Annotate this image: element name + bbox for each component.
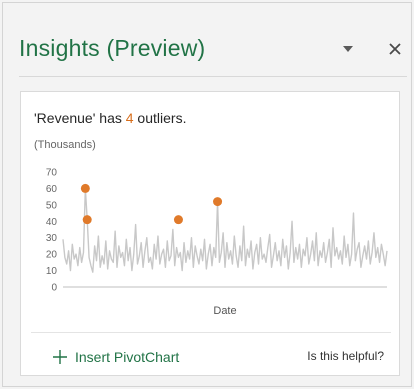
y-tick-label: 60 — [46, 184, 58, 195]
title-prefix: 'Revenue' has — [34, 110, 126, 126]
plus-icon — [53, 350, 67, 364]
insight-card: 'Revenue' has 4 outliers. (Thousands) 0 1… — [20, 91, 400, 376]
insert-pivotchart-label: Insert PivotChart — [75, 349, 180, 365]
x-axis-label: Date — [213, 305, 236, 317]
y-tick-label: 10 — [46, 266, 58, 277]
outlier-point — [82, 215, 92, 225]
close-pane-button[interactable] — [383, 37, 407, 61]
caret-down-icon — [343, 46, 353, 52]
outlier-point — [173, 215, 183, 225]
is-helpful-link[interactable]: Is this helpful? — [307, 349, 384, 363]
units-label: (Thousands) — [34, 139, 96, 151]
outlier-point — [80, 183, 90, 193]
y-tick-label: 70 — [46, 168, 58, 179]
title-suffix: outliers. — [133, 110, 187, 126]
revenue-series-line — [62, 187, 388, 273]
y-tick-label: 20 — [46, 250, 58, 261]
y-tick-label: 0 — [51, 283, 57, 294]
outlier-point — [213, 197, 223, 207]
y-tick-label: 40 — [46, 217, 58, 228]
pane-title: Insights (Preview) — [19, 35, 206, 61]
insert-pivotchart-button[interactable]: Insert PivotChart — [53, 346, 179, 368]
insight-title: 'Revenue' has 4 outliers. — [34, 110, 186, 126]
insights-pane: Insights (Preview) 'Revenue' has 4 outli… — [2, 2, 412, 387]
y-tick-label: 30 — [46, 233, 58, 244]
close-icon — [389, 43, 401, 55]
outlier-count: 4 — [125, 110, 134, 126]
pane-options-button[interactable] — [336, 37, 360, 61]
pane-header: Insights (Preview) — [3, 3, 411, 77]
outlier-chart[interactable]: 0 10 20 30 40 50 60 70 Date — [25, 164, 397, 322]
card-divider — [31, 332, 391, 333]
y-tick-label: 50 — [46, 200, 58, 211]
header-divider — [19, 76, 407, 77]
